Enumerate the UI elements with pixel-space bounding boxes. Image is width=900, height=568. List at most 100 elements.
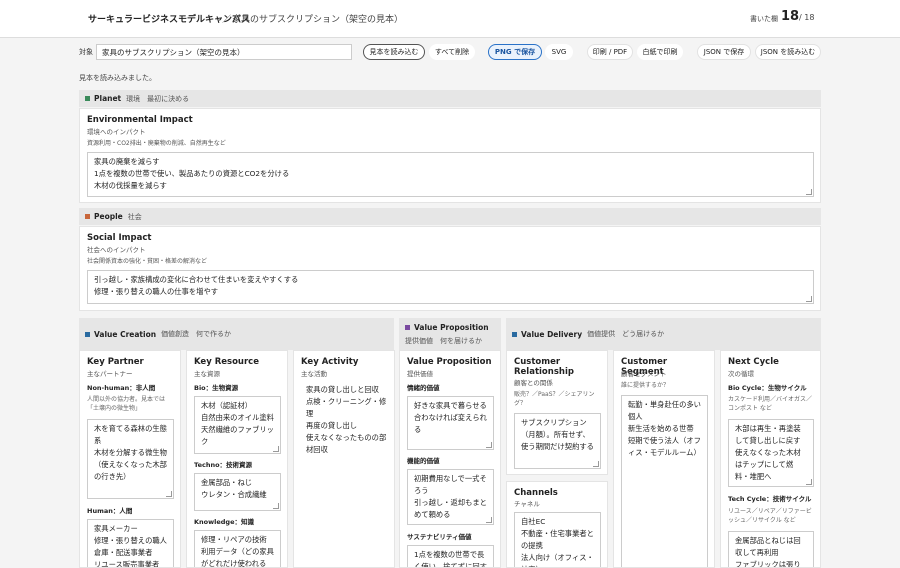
value-creation-marker-icon [85, 331, 90, 337]
techno-resource-text: 金属部品・ねじ ウレタン・合成繊維 [201, 478, 267, 499]
planet-title: Planet [94, 94, 122, 103]
key-resource-card: Key Resource 主な資源 Bio：生物資源 木材（認証材） 自然由来の… [186, 350, 288, 568]
techno-resource-heading: Techno：技術資源 [194, 461, 253, 469]
sustainability-value-text: 1点を複数の世帯で長く使い、捨てずに回す [414, 550, 487, 568]
save-svg-button[interactable]: SVG [545, 44, 573, 60]
people-marker-icon [85, 214, 90, 219]
clear-all-button[interactable]: すべて削除 [429, 44, 475, 60]
bio-resource-textarea[interactable]: 木材（認証材） 自然由来のオイル塗料 天然繊維のファブリック [194, 396, 281, 454]
title-separator: ／ [222, 15, 232, 25]
resize-grip-icon[interactable] [486, 517, 492, 523]
human-heading: Human：人間 [87, 507, 133, 515]
functional-value-textarea[interactable]: 初期費用なしで一式そろう 引っ越し・返却もまとめて頼める [407, 469, 494, 525]
key-resource-title: Key Resource [194, 357, 259, 367]
value-delivery-title: Value Delivery [521, 329, 583, 339]
section-value-delivery: Value Delivery 価値提供 どう届けるか [506, 318, 821, 350]
bio-cycle-text: 木部は再生・再塗装して貸し出しに戻す 使えなくなった木材はチップにして燃料・堆肥… [735, 424, 801, 481]
customer-relationship-text: サブスクリプション（月額）。所有せず、使う期間だけ契約する [521, 418, 594, 451]
planet-subtitle: 環境 最初に決める [126, 94, 190, 103]
value-proposition-title: Value Proposition [407, 357, 492, 367]
save-png-button[interactable]: PNG で保存 [488, 44, 542, 60]
non-human-textarea[interactable]: 木を育てる森林の生態系 木材を分解する微生物（使えなくなった木部の行き先） [87, 419, 174, 499]
bio-cycle-textarea[interactable]: 木部は再生・再塗装して貸し出しに戻す 使えなくなった木材はチップにして燃料・堆肥… [728, 419, 814, 487]
environmental-impact-textarea[interactable]: 家具の廃棄を減らす 1点を複数の世帯で使い、製品あたりの資源とCO2を分ける 木… [87, 152, 814, 197]
resize-grip-icon[interactable] [166, 491, 172, 497]
social-impact-textarea[interactable]: 引っ越し・家族構成の変化に合わせて住まいを変えやすくする 修理・張り替えの職人の… [87, 270, 814, 304]
customer-relationship-title: Customer Relationship [514, 357, 574, 377]
people-title: People [94, 212, 123, 221]
key-partner-title: Key Partner [87, 357, 144, 367]
load-json-button[interactable]: JSON を読み込む [755, 44, 821, 60]
value-proposition-bar-title: Value Proposition [414, 322, 489, 332]
customer-segment-text: 転勤・単身赴任の多い個人 新生活を始める世帯 短期で使う法人（オフィス・モデルル… [628, 400, 701, 457]
social-impact-hint: 社会関係資本の強化・貧困・格差の解消など [87, 258, 208, 265]
resize-grip-icon[interactable] [806, 189, 812, 195]
bio-resource-heading: Bio：生物資源 [194, 384, 239, 392]
sustainability-value-heading: サステナビリティ価値 [407, 533, 472, 541]
resize-grip-icon[interactable] [273, 503, 279, 509]
next-cycle-title: Next Cycle [728, 357, 779, 367]
people-subtitle: 社会 [127, 212, 142, 221]
planet-marker-icon [85, 96, 90, 101]
social-impact-card: Social Impact 社会へのインパクト 社会関係資本の強化・貧困・格差の… [79, 226, 821, 311]
document-name: 家具のサブスクリプション（架空の見本） [232, 15, 404, 25]
sustainability-value-textarea[interactable]: 1点を複数の世帯で長く使い、捨てずに回す [407, 545, 494, 568]
save-json-button[interactable]: JSON で保存 [697, 44, 751, 60]
customer-relationship-subtitle: 顧客との関係 [514, 379, 553, 387]
social-impact-title: Social Impact [87, 233, 152, 243]
key-activity-subtitle: 主な活動 [301, 370, 327, 378]
social-impact-subtitle: 社会へのインパクト [87, 246, 146, 254]
customer-segment-card: Customer Segment 顧客セグメント 誰に提供するか？ 転勤・単身赴… [613, 350, 715, 568]
resize-grip-icon[interactable] [486, 442, 492, 448]
environmental-impact-title: Environmental Impact [87, 115, 193, 125]
channels-textarea[interactable]: 自社EC 不動産・住宅事業者との提携 法人向け（オフィス・社宅） [514, 512, 601, 567]
environmental-impact-subtitle: 環境へのインパクト [87, 128, 146, 136]
environmental-impact-hint: 資源利用・CO2排出・廃棄物の削減、自然再生など [87, 140, 226, 147]
value-proposition-marker-icon [405, 324, 410, 330]
key-partner-subtitle: 主なパートナー [87, 370, 133, 378]
key-partner-card: Key Partner 主なパートナー Non-human：非人間 人間以外の協… [79, 350, 181, 568]
status-message: 見本を読み込みました。 [79, 74, 156, 82]
social-impact-text: 引っ越し・家族構成の変化に合わせて住まいを変えやすくする 修理・張り替えの職人の… [94, 275, 299, 296]
human-textarea[interactable]: 家具メーカー 修理・張り替えの職人 倉庫・配送事業者 リユース販売事業者 [87, 519, 174, 567]
tech-cycle-heading: Tech Cycle：技術サイクル [728, 495, 812, 503]
non-human-heading: Non-human：非人間 [87, 384, 156, 392]
resize-grip-icon[interactable] [806, 296, 812, 302]
print-pdf-button[interactable]: 印刷 / PDF [587, 44, 633, 60]
filled-count-value: 18 [781, 9, 800, 24]
key-activity-card: Key Activity 主な活動 家具の貸し出しと回収 点検・クリーニング・修… [293, 350, 395, 568]
section-people: People 社会 [79, 208, 821, 225]
tech-cycle-hint: リユース／リペア／リファービッシュ／リサイクル など [728, 508, 812, 524]
resize-grip-icon[interactable] [273, 446, 279, 452]
customer-relationship-hint: 販売？／PaaS？／シェアリング？ [514, 391, 595, 407]
load-sample-button[interactable]: 見本を読み込む [363, 44, 425, 60]
functional-value-text: 初期費用なしで一式そろう 引っ越し・返却もまとめて頼める [414, 474, 487, 519]
value-proposition-card: Value Proposition 提供価値 情緒的価値 好きな家具で暮らせる … [399, 350, 501, 568]
key-activity-title: Key Activity [301, 357, 359, 367]
tech-cycle-textarea[interactable]: 金属部品とねじは回収して再利用 ファブリックは張り替 [728, 531, 814, 567]
app-header: サーキュラービジネスモデルキャンバス ／ 家具のサブスクリプション（架空の見本）… [0, 0, 900, 38]
key-activity-text[interactable]: 家具の貸し出しと回収 点検・クリーニング・修理 再度の貸し出し 使えなくなったも… [306, 384, 388, 456]
channels-subtitle: チャネル [514, 500, 540, 508]
section-value-creation: Value Creation 価値創造 何で作るか [79, 318, 394, 350]
value-creation-subtitle: 価値創造 何で作るか [161, 330, 232, 338]
knowledge-heading: Knowledge：知識 [194, 518, 254, 526]
techno-resource-textarea[interactable]: 金属部品・ねじ ウレタン・合成繊維 [194, 473, 281, 511]
emotional-value-textarea[interactable]: 好きな家具で暮らせる 合わなければ変えられる [407, 396, 494, 450]
print-blank-button[interactable]: 白紙で印刷 [637, 44, 683, 60]
knowledge-textarea[interactable]: 修理・リペアの技術 利用データ（どの家具がどれだけ使われる [194, 530, 281, 567]
environmental-impact-card: Environmental Impact 環境へのインパクト 資源利用・CO2排… [79, 108, 821, 203]
resize-grip-icon[interactable] [593, 461, 599, 467]
bio-cycle-heading: Bio Cycle：生物サイクル [728, 384, 807, 392]
channels-card: Channels チャネル 自社EC 不動産・住宅事業者との提携 法人向け（オフ… [506, 481, 608, 568]
value-proposition-bar-subtitle: 提供価値 何を届けるか [405, 336, 482, 345]
non-human-text: 木を育てる森林の生態系 木材を分解する微生物（使えなくなった木部の行き先） [94, 424, 167, 481]
customer-relationship-textarea[interactable]: サブスクリプション（月額）。所有せず、使う期間だけ契約する [514, 413, 601, 469]
value-proposition-subtitle: 提供価値 [407, 370, 433, 378]
non-human-hint: 人間以外の協力者。見本では「土壌内の微生物」 [87, 396, 166, 412]
resize-grip-icon[interactable] [806, 479, 812, 485]
customer-segment-textarea[interactable]: 転勤・単身赴任の多い個人 新生活を始める世帯 短期で使う法人（オフィス・モデルル… [621, 395, 708, 567]
customer-relationship-card: Customer Relationship 顧客との関係 販売？／PaaS？／シ… [506, 350, 608, 475]
subject-input[interactable] [96, 44, 352, 60]
functional-value-heading: 機能的価値 [407, 457, 440, 465]
